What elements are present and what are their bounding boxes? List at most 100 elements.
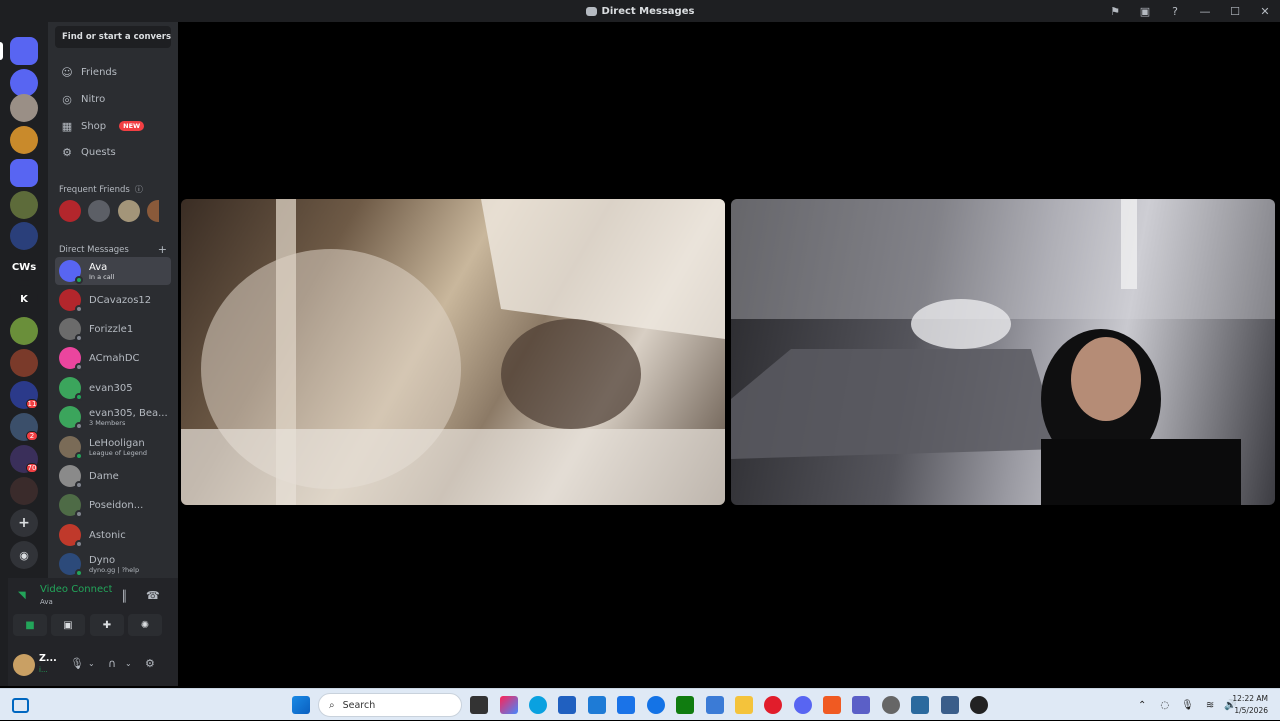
task-view-icon[interactable] — [470, 696, 488, 714]
edge-icon[interactable] — [529, 696, 547, 714]
voice-status[interactable]: Video Connected — [40, 584, 112, 595]
discover-icon[interactable]: ◉ — [10, 541, 38, 569]
chevron-up-icon[interactable]: ⌃ — [1138, 700, 1146, 711]
server-icon[interactable] — [10, 349, 38, 377]
dm-item[interactable]: Poseidon... — [55, 491, 171, 519]
dm-name: Ava — [89, 261, 108, 273]
status-indicator — [75, 510, 83, 518]
voice-channel[interactable]: Ava — [40, 598, 53, 606]
create-dm-icon[interactable]: + — [158, 243, 167, 256]
avatar — [59, 318, 83, 342]
copilot-icon[interactable] — [500, 696, 518, 714]
soundboard-button[interactable]: ✺ — [128, 614, 162, 636]
frequent-friend-avatar[interactable] — [59, 200, 81, 222]
app-icon[interactable] — [941, 696, 959, 714]
xbox-icon[interactable] — [676, 696, 694, 714]
find-conversation-button[interactable]: Find or start a convers... — [55, 26, 171, 48]
server-icon[interactable] — [10, 159, 38, 187]
discord-home-icon[interactable] — [10, 37, 38, 65]
start-icon[interactable] — [292, 696, 310, 714]
screen-share-button[interactable]: ▣ — [51, 614, 85, 636]
minimize-button[interactable]: — — [1190, 0, 1220, 22]
chevron-down-icon[interactable]: ⌄ — [125, 659, 132, 668]
microphone-icon[interactable]: 🎙 — [1181, 700, 1194, 711]
settings-gear-icon[interactable]: ⚙ — [145, 657, 155, 670]
dm-item[interactable]: DCavazos12 — [55, 286, 171, 314]
status-indicator — [75, 481, 83, 489]
avatar — [59, 347, 83, 371]
noise-suppression-icon[interactable]: ║ — [121, 590, 128, 603]
server-icon[interactable] — [10, 94, 38, 122]
dm-item[interactable]: Forizzle1 — [55, 315, 171, 343]
server-icon[interactable]: CWs — [10, 253, 38, 281]
server-icon[interactable] — [10, 317, 38, 345]
maximize-button[interactable]: ☐ — [1220, 0, 1250, 22]
app-icon[interactable] — [647, 696, 665, 714]
new-badge: NEW — [119, 121, 145, 131]
file-explorer-icon[interactable] — [735, 696, 753, 714]
video-feed — [181, 199, 725, 505]
server-icon[interactable] — [10, 69, 38, 97]
taskbar-search[interactable]: ⌕ Search — [318, 693, 462, 717]
frequent-friend-avatar[interactable] — [88, 200, 110, 222]
dm-text: DCavazos12 — [89, 295, 151, 306]
discord-icon[interactable] — [794, 696, 812, 714]
app-icon[interactable] — [911, 696, 929, 714]
settings-icon[interactable] — [882, 696, 900, 714]
dm-item[interactable]: evan305 — [55, 374, 171, 402]
status-indicator — [75, 363, 83, 371]
add-server-icon[interactable]: + — [10, 509, 38, 537]
video-tile-self[interactable] — [731, 199, 1275, 505]
desktop-widgets-icon[interactable] — [12, 698, 29, 713]
camera-button[interactable]: ■ — [13, 614, 47, 636]
server-icon[interactable] — [10, 191, 38, 219]
wifi-icon[interactable]: ≋ — [1206, 700, 1214, 711]
nav-friends[interactable]: ☺ Friends — [55, 60, 171, 84]
dm-name: LeHooligan — [89, 437, 145, 449]
headphones-icon[interactable]: ∩ — [108, 657, 116, 670]
microphone-icon[interactable]: 🎙 — [70, 657, 84, 670]
dm-subtext: League of Legend — [89, 448, 148, 457]
network-icon[interactable]: ◌ — [1160, 700, 1169, 711]
dm-item[interactable]: Dyno dyno.gg | ?help — [55, 550, 171, 578]
user-name[interactable]: Z... — [39, 653, 57, 664]
dm-item[interactable]: Ava In a call — [55, 257, 171, 285]
app-icon[interactable] — [970, 696, 988, 714]
dm-item[interactable]: ACmahDC — [55, 344, 171, 372]
app-icon[interactable] — [706, 696, 724, 714]
server-icon[interactable] — [10, 126, 38, 154]
nav-quests[interactable]: ⚙ Quests — [55, 140, 171, 164]
origin-icon[interactable] — [823, 696, 841, 714]
avatar[interactable] — [13, 654, 35, 676]
chevron-down-icon[interactable]: ⌄ — [88, 659, 95, 668]
nitro-icon: ◎ — [62, 92, 72, 106]
video-tile-ava[interactable] — [181, 199, 725, 505]
nav-shop[interactable]: ▦ Shop NEW — [55, 114, 171, 138]
dm-text: Poseidon... — [89, 500, 143, 511]
frequent-friend-avatar[interactable] — [118, 200, 140, 222]
dm-item[interactable]: Astonic — [55, 521, 171, 549]
activities-button[interactable]: ✚ — [90, 614, 124, 636]
clock[interactable]: 12:22 AM 1/5/2026 — [1232, 693, 1268, 717]
app-icon[interactable] — [617, 696, 635, 714]
dm-item[interactable]: LeHooligan League of Legend — [55, 433, 171, 461]
info-icon[interactable]: ⓘ — [135, 184, 143, 195]
opera-icon[interactable] — [764, 696, 782, 714]
status-indicator — [75, 452, 83, 460]
inbox-icon[interactable]: ▣ — [1130, 0, 1160, 22]
disconnect-icon[interactable]: ☎ — [146, 589, 160, 602]
nav-nitro[interactable]: ◎ Nitro — [55, 87, 171, 111]
close-button[interactable]: ✕ — [1250, 0, 1280, 22]
flag-icon[interactable]: ⚑ — [1100, 0, 1130, 22]
dm-item[interactable]: evan305, Bea... 3 Members — [55, 403, 171, 431]
signal-icon: ◥ — [18, 590, 26, 601]
help-icon[interactable]: ? — [1160, 0, 1190, 22]
teams-icon[interactable] — [852, 696, 870, 714]
dm-item[interactable]: Dame — [55, 462, 171, 490]
outlook-icon[interactable] — [588, 696, 606, 714]
store-icon[interactable] — [558, 696, 576, 714]
server-icon[interactable] — [10, 222, 38, 250]
server-icon[interactable] — [10, 477, 38, 505]
server-icon[interactable]: K — [10, 285, 38, 313]
avatar — [59, 406, 83, 430]
